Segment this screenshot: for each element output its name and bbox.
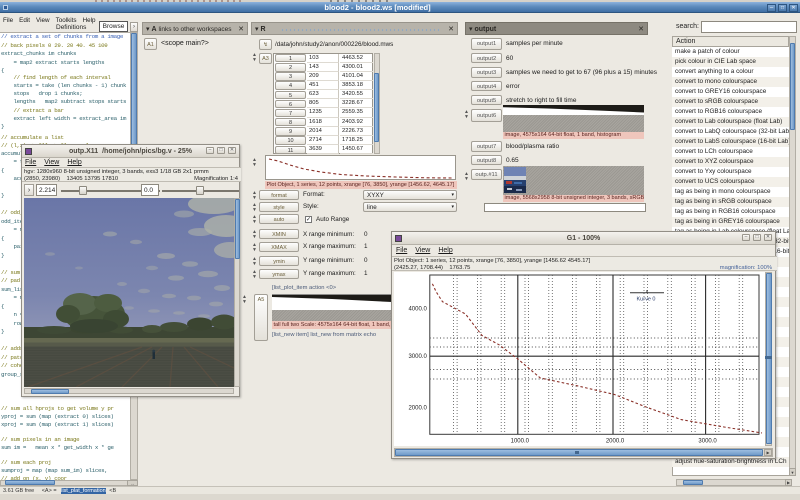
svg-text:2000.0: 2000.0 [408,405,427,411]
svg-text:4000.0: 4000.0 [408,306,427,312]
svg-text:Kurve 0: Kurve 0 [637,297,656,303]
svg-text:1000.0: 1000.0 [511,438,530,444]
svg-text:2000.0: 2000.0 [606,438,625,444]
svg-text:3000.0: 3000.0 [408,354,427,360]
svg-text:3000.0: 3000.0 [698,438,717,444]
